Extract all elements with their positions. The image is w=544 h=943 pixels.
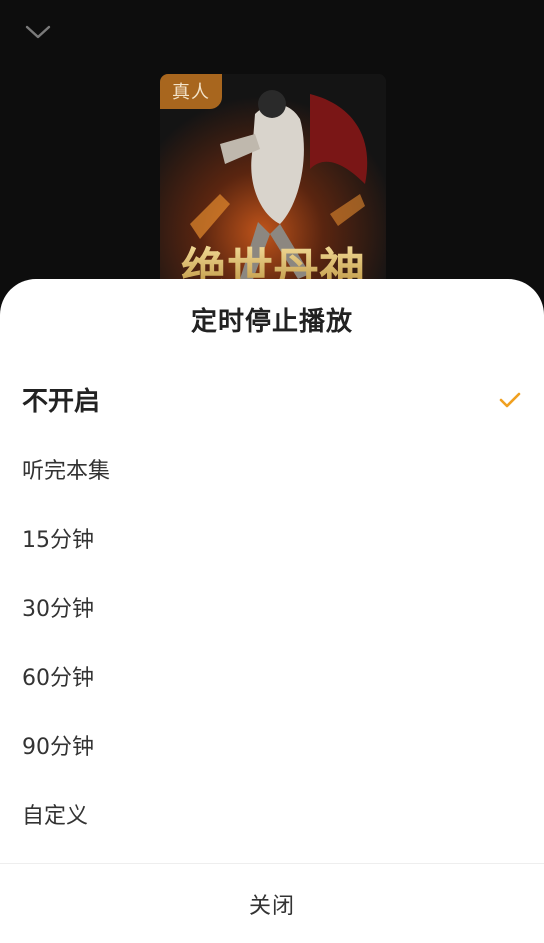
timer-option-15min[interactable]: 15分钟 bbox=[0, 503, 544, 572]
timer-option-label: 自定义 bbox=[22, 803, 89, 829]
close-button[interactable]: 关闭 bbox=[0, 864, 544, 943]
cover-badge: 真人 bbox=[160, 74, 222, 109]
chevron-down-icon bbox=[25, 25, 51, 39]
player-screen: 绝世丹神 真人 定时停止播放 不开启 听完本集 15分钟 30分钟 60分钟 9… bbox=[0, 0, 544, 943]
timer-option-label: 60分钟 bbox=[22, 665, 94, 691]
album-cover: 绝世丹神 真人 bbox=[160, 74, 386, 300]
timer-option-end-of-episode[interactable]: 听完本集 bbox=[0, 434, 544, 503]
timer-option-label: 不开启 bbox=[22, 387, 101, 417]
timer-option-label: 听完本集 bbox=[22, 458, 111, 484]
checkmark-icon bbox=[499, 392, 521, 407]
timer-option-custom[interactable]: 自定义 bbox=[0, 779, 544, 848]
timer-options-list: 不开启 听完本集 15分钟 30分钟 60分钟 90分钟 自定义 bbox=[0, 365, 544, 848]
sheet-title: 定时停止播放 bbox=[190, 307, 353, 337]
timer-option-label: 15分钟 bbox=[22, 527, 94, 553]
timer-option-90min[interactable]: 90分钟 bbox=[0, 710, 544, 779]
timer-option-label: 30分钟 bbox=[22, 596, 94, 622]
timer-option-60min[interactable]: 60分钟 bbox=[0, 641, 544, 710]
timer-bottom-sheet: 定时停止播放 不开启 听完本集 15分钟 30分钟 60分钟 90分钟 自定义 … bbox=[0, 279, 544, 943]
timer-option-30min[interactable]: 30分钟 bbox=[0, 572, 544, 641]
collapse-button[interactable] bbox=[22, 20, 54, 44]
timer-option-label: 90分钟 bbox=[22, 734, 94, 760]
timer-option-off[interactable]: 不开启 bbox=[0, 365, 544, 434]
